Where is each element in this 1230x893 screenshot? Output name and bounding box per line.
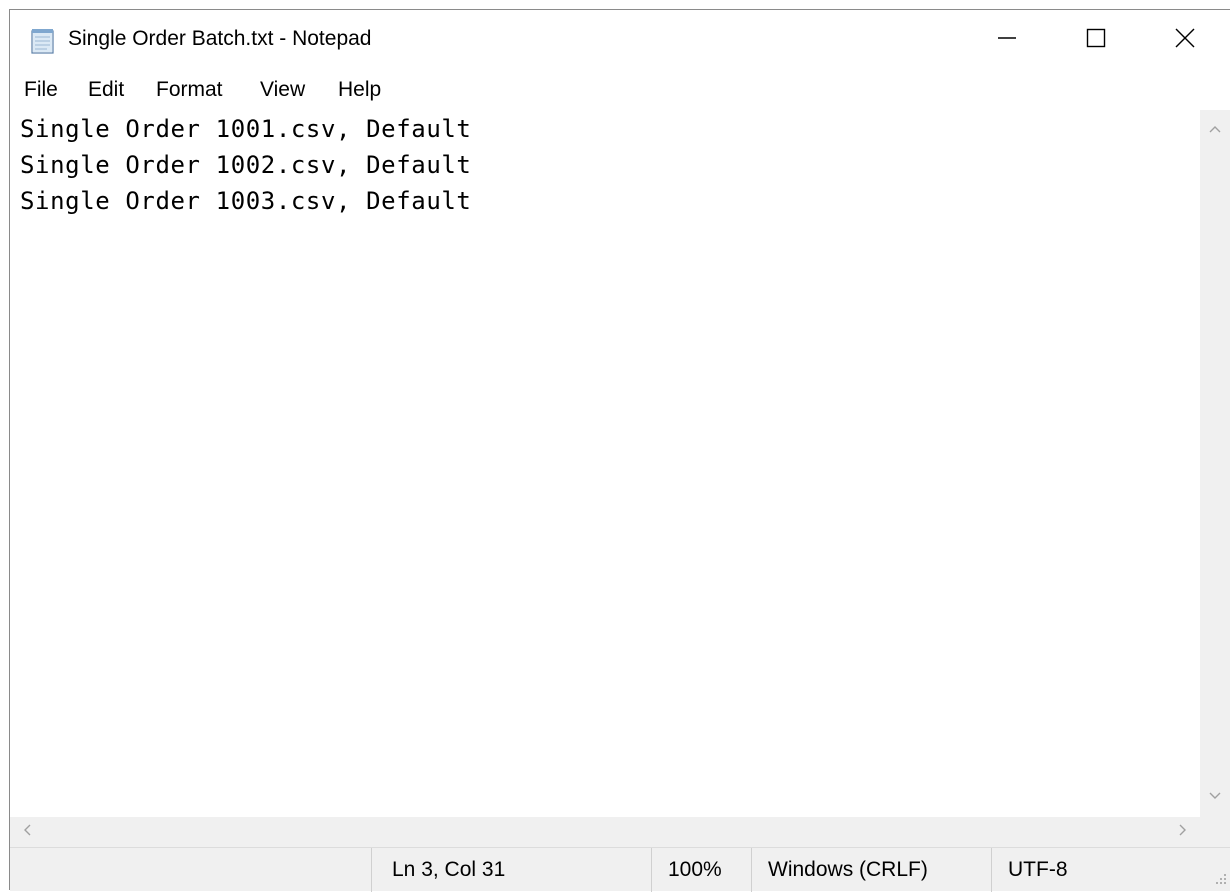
maximize-button[interactable] — [1052, 10, 1140, 70]
notepad-icon[interactable] — [29, 27, 57, 55]
editor-line: Single Order 1001.csv, Default — [20, 115, 472, 143]
window-title: Single Order Batch.txt - Notepad — [68, 27, 372, 50]
scroll-right-button[interactable] — [1168, 817, 1198, 847]
chevron-up-icon — [1208, 121, 1222, 139]
title-bar[interactable]: Single Order Batch.txt - Notepad — [10, 10, 1230, 70]
status-bar: Ln 3, Col 31 100% Windows (CRLF) UTF-8 — [10, 847, 1230, 892]
menu-view[interactable]: View — [260, 78, 305, 102]
editor-line: Single Order 1003.csv, Default — [20, 187, 472, 215]
close-button[interactable] — [1141, 10, 1229, 70]
zoom-level: 100% — [651, 848, 751, 892]
scroll-up-button[interactable] — [1200, 115, 1230, 145]
menu-edit[interactable]: Edit — [88, 78, 124, 102]
menu-format[interactable]: Format — [156, 78, 223, 102]
encoding: UTF-8 — [991, 848, 1230, 892]
menu-help[interactable]: Help — [338, 78, 381, 102]
maximize-icon — [1086, 28, 1106, 53]
horizontal-scrollbar[interactable] — [10, 817, 1200, 847]
close-icon — [1174, 27, 1196, 54]
scroll-down-button[interactable] — [1200, 782, 1230, 812]
editor-line: Single Order 1002.csv, Default — [20, 151, 472, 179]
scrollbar-corner — [1200, 817, 1230, 847]
chevron-left-icon — [22, 823, 32, 842]
menu-bar: File Edit Format View Help — [10, 70, 1230, 110]
cursor-position: Ln 3, Col 31 — [371, 848, 651, 892]
scroll-left-button[interactable] — [12, 817, 42, 847]
vertical-scrollbar[interactable] — [1200, 110, 1230, 817]
resize-grip-icon[interactable] — [1210, 870, 1228, 888]
chevron-down-icon — [1208, 788, 1222, 806]
menu-file[interactable]: File — [24, 78, 58, 102]
text-editor[interactable]: Single Order 1001.csv, Default Single Or… — [10, 110, 1200, 817]
minimize-icon — [997, 28, 1017, 53]
desktop-background — [0, 0, 1230, 9]
line-endings: Windows (CRLF) — [751, 848, 991, 892]
notepad-window: Single Order Batch.txt - Notepad File Ed… — [9, 9, 1230, 892]
chevron-right-icon — [1178, 823, 1188, 842]
minimize-button[interactable] — [963, 10, 1051, 70]
